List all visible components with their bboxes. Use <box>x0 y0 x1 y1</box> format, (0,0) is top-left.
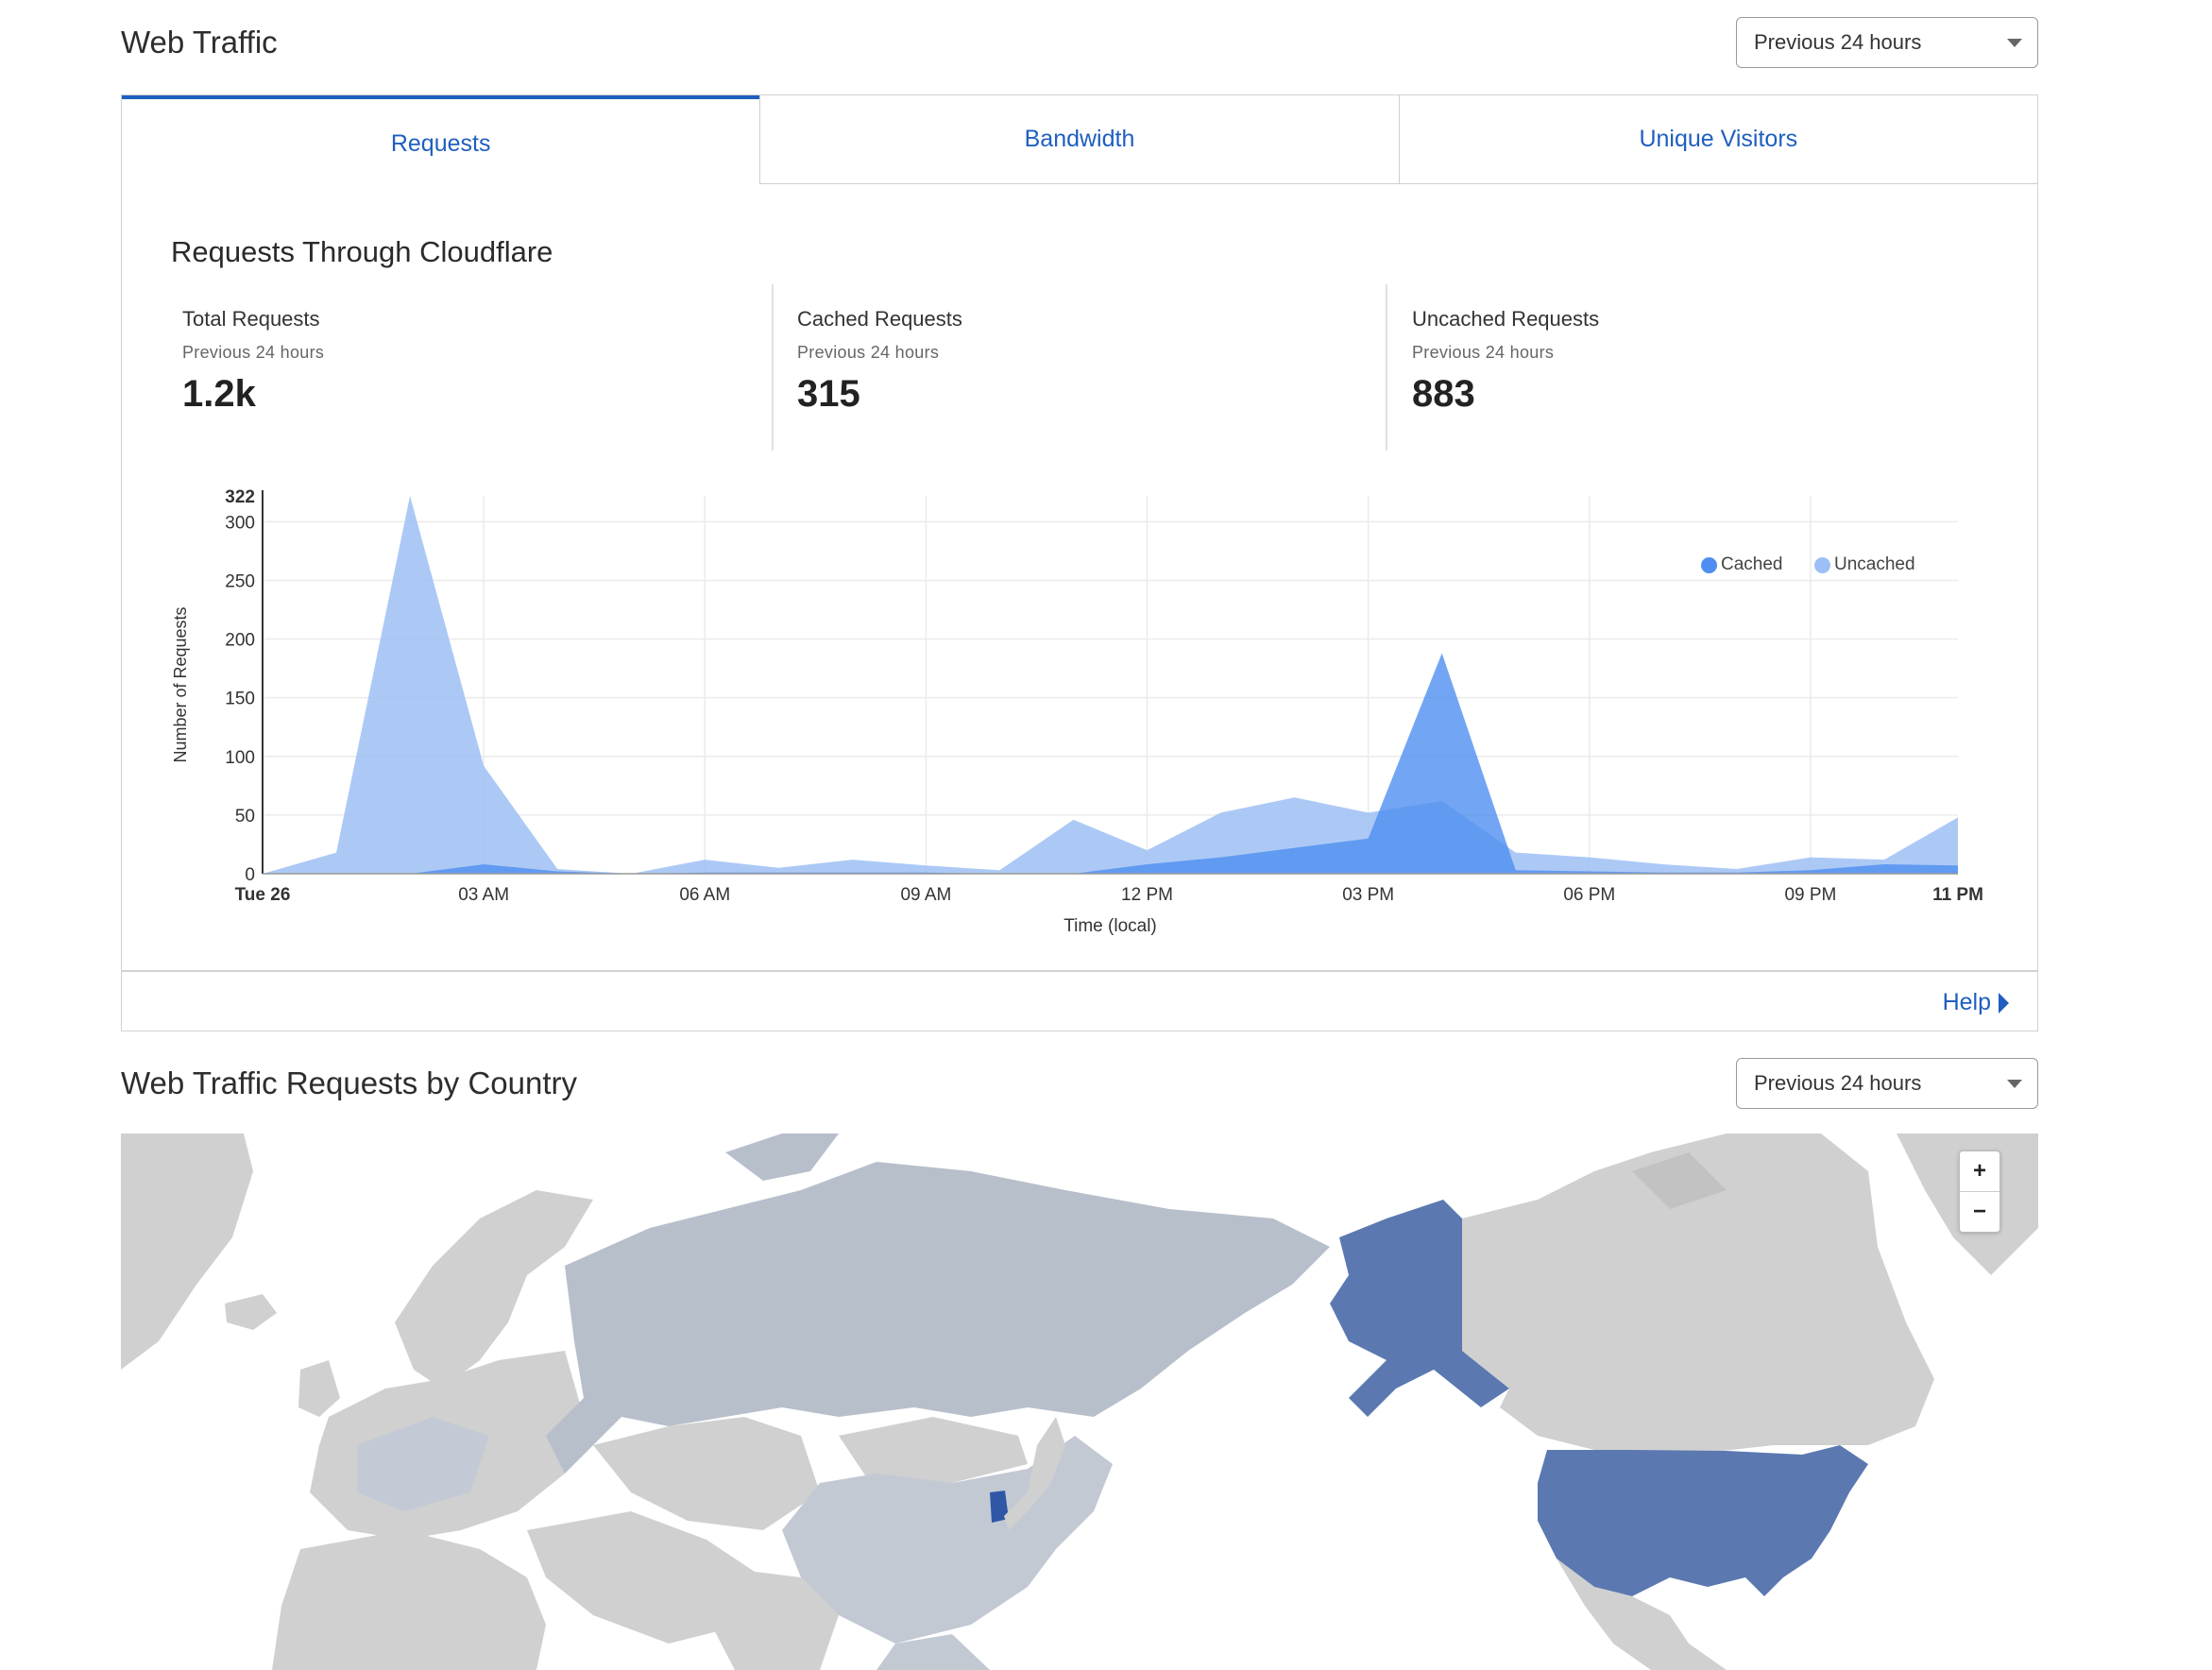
caret-right-icon <box>1999 992 2009 1014</box>
mongolia <box>839 1417 1028 1483</box>
country-map-title: Web Traffic Requests by Country <box>121 1065 577 1100</box>
y-tick-label: 0 <box>245 865 255 885</box>
map-period-select-value: Previous 24 hours <box>1754 1071 1922 1095</box>
x-tick-label: Tue 26 <box>235 885 291 905</box>
y-tick-label: 300 <box>225 513 255 533</box>
x-tick-label: 06 AM <box>679 885 730 905</box>
africa <box>272 1530 546 1670</box>
x-tick-label: 09 AM <box>900 885 951 905</box>
world-map-svg <box>121 1133 2038 1670</box>
map-zoom-control: + − <box>1959 1150 2000 1233</box>
x-tick-label: 03 AM <box>458 885 509 905</box>
panel-footer-divider <box>122 970 2037 972</box>
web-traffic-title: Web Traffic <box>121 25 278 60</box>
russia-north-islands <box>725 1133 839 1181</box>
requests-area-chart[interactable]: 0 50 100 150 200 250 300 322 Tue 26 03 AM 06 AM 09 … <box>122 95 2037 964</box>
x-tick-label: 09 PM <box>1784 885 1836 905</box>
chevron-down-icon <box>2007 1080 2022 1088</box>
y-tick-label: 150 <box>225 690 255 709</box>
map-period-select[interactable]: Previous 24 hours <box>1736 1058 2038 1109</box>
period-select[interactable]: Previous 24 hours <box>1736 17 2038 68</box>
world-map[interactable]: + − <box>121 1133 2038 1670</box>
zoom-out-button[interactable]: − <box>1960 1192 1999 1232</box>
y-tick-label: 50 <box>235 807 255 826</box>
y-tick-label: 200 <box>225 631 255 651</box>
area-uncached <box>263 496 1958 874</box>
x-tick-label: 06 PM <box>1563 885 1615 905</box>
help-label: Help <box>1942 989 1991 1015</box>
zoom-in-button[interactable]: + <box>1960 1151 1999 1192</box>
usa <box>1538 1445 1868 1596</box>
y-tick-label: 100 <box>225 748 255 768</box>
uk <box>298 1360 340 1417</box>
y-axis-title: Number of Requests <box>171 606 190 762</box>
x-tick-label: 11 PM <box>1932 885 1983 905</box>
y-tick-label: 250 <box>225 571 255 591</box>
x-tick-label: 03 PM <box>1342 885 1394 905</box>
help-link[interactable]: Help <box>1943 989 2009 1016</box>
iceland <box>225 1294 277 1330</box>
greenland-west <box>121 1133 253 1370</box>
x-axis-title: Time (local) <box>1063 916 1157 936</box>
chevron-down-icon <box>2007 39 2022 47</box>
web-traffic-panel: Requests Bandwidth Unique Visitors Reque… <box>121 94 2038 1031</box>
period-select-value: Previous 24 hours <box>1754 30 1922 54</box>
y-tick-label: 322 <box>225 487 255 507</box>
x-tick-label: 12 PM <box>1121 885 1173 905</box>
